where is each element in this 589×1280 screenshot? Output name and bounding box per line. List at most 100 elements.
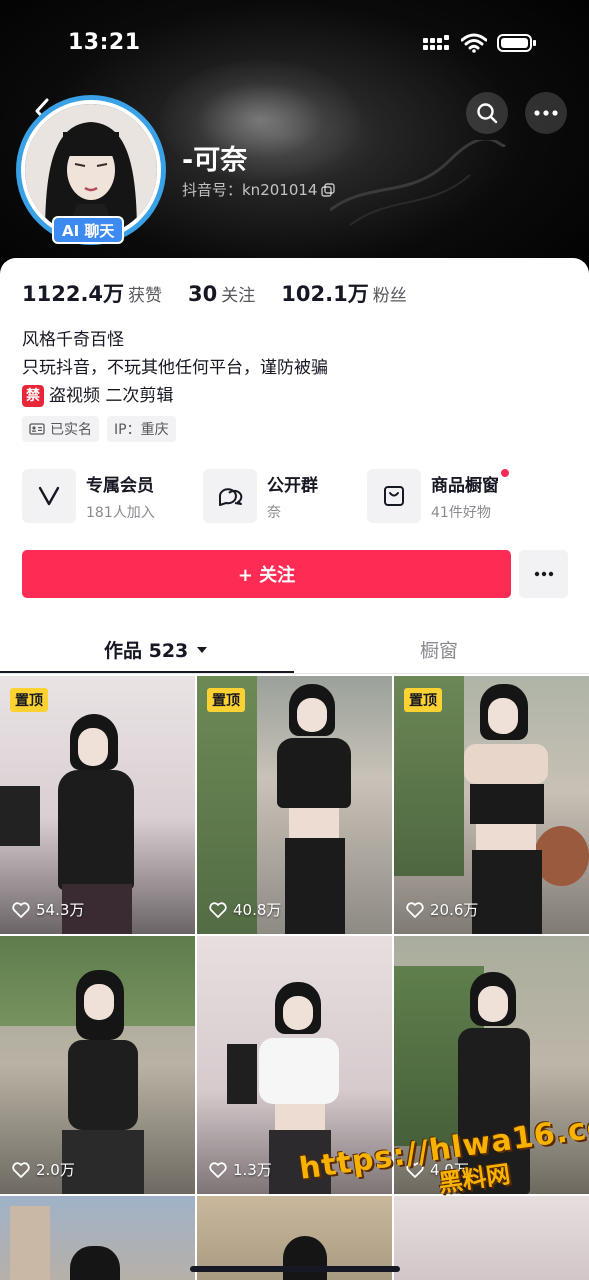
feature-shop-icon-box [367, 469, 421, 523]
video-likes: 1.3万 [209, 1159, 272, 1180]
tab-shop-label: 橱窗 [420, 640, 459, 662]
feature-membership[interactable]: 专属会员 181人加入 [22, 468, 155, 524]
video-likes-count: 2.0万 [36, 1161, 75, 1179]
more-dots-icon [534, 571, 553, 577]
id-card-icon [29, 423, 45, 435]
stat-likes-label: 获赞 [128, 286, 163, 306]
search-icon [477, 103, 498, 124]
video-likes: 2.0万 [12, 1159, 75, 1180]
feature-membership-title: 专属会员 [86, 475, 154, 496]
bio-line-3-text: 盗视频 二次剪辑 [49, 386, 174, 406]
stat-followers-label: 粉丝 [372, 286, 407, 306]
tab-works-label: 作品 523 [104, 640, 189, 662]
video-likes: 20.6万 [406, 899, 478, 920]
tv-object [227, 1044, 257, 1104]
ai-chat-badge[interactable]: AI 聊天 [52, 216, 125, 244]
pinned-badge: 置顶 [10, 688, 48, 712]
tab-active-underline [0, 671, 294, 673]
bio-line-2: 只玩抖音，不玩其他任何平台，谨防被骗 [22, 358, 328, 378]
video-tile[interactable]: 置顶 20.6万 [394, 676, 589, 934]
follow-more-button[interactable] [519, 550, 568, 598]
vip-v-icon [38, 486, 60, 506]
video-figure [283, 1236, 327, 1280]
video-figure [259, 684, 369, 934]
feature-group-title: 公开群 [267, 475, 318, 496]
video-likes-count: 54.3万 [36, 901, 85, 919]
video-likes-count: 40.8万 [233, 901, 282, 919]
profile-tags: 已实名 IP：重庆 [22, 416, 176, 442]
feature-group-sub: 奈 [267, 504, 281, 521]
stat-followers-value: 102.1万 [281, 282, 369, 306]
video-figure [70, 1246, 120, 1280]
shopping-bag-icon [384, 486, 404, 506]
battery-icon [497, 34, 536, 52]
pinned-badge: 置顶 [404, 688, 442, 712]
feature-group-icon-box [203, 469, 257, 523]
group-chat-icon [218, 488, 243, 506]
heart-icon [12, 901, 30, 918]
status-time: 13:21 [68, 30, 141, 55]
stat-likes[interactable]: 1122.4万 获赞 [22, 278, 162, 308]
heart-icon [406, 901, 424, 918]
status-icons [423, 33, 537, 53]
status-bar: 13:21 [0, 24, 589, 64]
heart-icon [12, 1161, 30, 1178]
feature-shop-sub: 41件好物 [431, 504, 491, 521]
tag-ip-label: IP：重庆 [114, 422, 169, 438]
tag-verified[interactable]: 已实名 [22, 416, 99, 442]
search-button[interactable] [466, 92, 508, 134]
profile-features: 专属会员 181人加入 公开群 奈 商品橱窗 41件好物 [22, 468, 582, 524]
building-object [10, 1206, 50, 1280]
video-tile[interactable] [0, 1196, 195, 1280]
feature-membership-icon-box [22, 469, 76, 523]
greenery [197, 676, 257, 934]
video-tile[interactable]: 2.0万 [0, 936, 195, 1194]
douyin-id-text: 抖音号：kn201014 [182, 181, 318, 199]
video-tile[interactable]: 置顶 40.8万 [197, 676, 392, 934]
stat-following[interactable]: 30 关注 [188, 281, 255, 306]
feature-shop-title: 商品橱窗 [431, 468, 509, 496]
heart-icon [209, 1161, 227, 1178]
video-tile[interactable] [394, 1196, 589, 1280]
more-dots-icon [534, 110, 558, 116]
tab-shop-window[interactable]: 橱窗 [420, 636, 458, 663]
profile-bio: 风格千奇百怪 只玩抖音，不玩其他任何平台，谨防被骗 禁 盗视频 二次剪辑 [22, 326, 328, 410]
douyin-id[interactable]: 抖音号：kn201014 [182, 179, 336, 200]
banner-swoosh-art [330, 140, 507, 226]
tag-verified-label: 已实名 [50, 422, 92, 438]
stat-followers[interactable]: 102.1万 粉丝 [281, 278, 406, 308]
video-likes-count: 20.6万 [430, 901, 479, 919]
feature-shop-window[interactable]: 商品橱窗 41件好物 [367, 468, 509, 524]
video-tile[interactable]: 置顶 54.3万 [0, 676, 195, 934]
profile-nickname: -可奈 [182, 145, 248, 176]
follow-button[interactable]: + 关注 [22, 550, 511, 598]
pinned-badge: 置顶 [207, 688, 245, 712]
copy-icon [321, 182, 336, 197]
tv-object [0, 786, 40, 846]
feature-shop-title-text: 商品橱窗 [431, 475, 499, 496]
feature-membership-sub: 181人加入 [86, 504, 155, 521]
more-options-button[interactable] [525, 92, 567, 134]
video-likes-count: 1.3万 [233, 1161, 272, 1179]
tab-works[interactable]: 作品 523 [104, 636, 208, 663]
cellular-signal-icon [423, 35, 449, 50]
wifi-icon [461, 33, 487, 53]
stat-likes-value: 1122.4万 [22, 282, 125, 306]
video-figure [456, 684, 556, 934]
home-indicator[interactable] [190, 1266, 400, 1272]
content-tabs: 作品 523 橱窗 [0, 628, 589, 674]
stat-following-value: 30 [188, 282, 218, 306]
feature-group[interactable]: 公开群 奈 [203, 468, 318, 524]
bio-line-1: 风格千奇百怪 [22, 330, 124, 350]
ban-emoji-icon: 禁 [22, 385, 44, 407]
ai-chat-label: AI 聊天 [62, 221, 115, 240]
notification-dot [501, 468, 509, 477]
tab-divider [0, 673, 589, 674]
caret-down-icon [197, 646, 208, 653]
heart-icon [209, 901, 227, 918]
video-likes: 54.3万 [12, 899, 84, 920]
stat-following-label: 关注 [221, 286, 256, 306]
bio-line-3: 禁 盗视频 二次剪辑 [22, 382, 328, 410]
video-thumbnail [394, 1196, 589, 1280]
video-likes: 40.8万 [209, 899, 281, 920]
